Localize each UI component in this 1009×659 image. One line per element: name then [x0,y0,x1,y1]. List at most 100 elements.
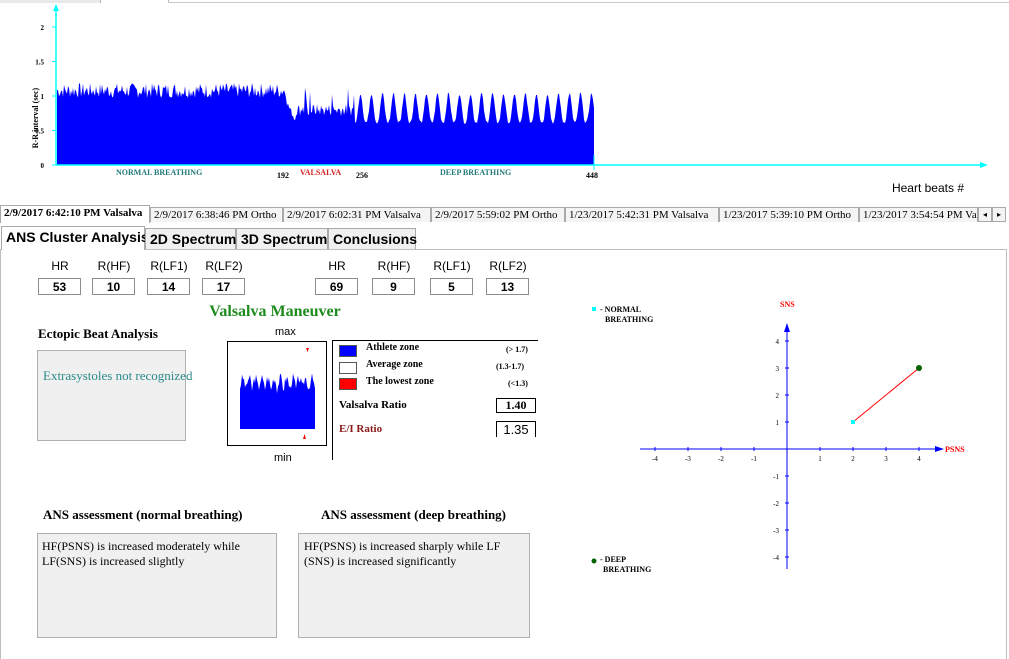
tab-ans-cluster-analysis[interactable]: ANS Cluster Analysis [1,226,149,250]
assessment-deep-text: HF(PSNS) is increased sharply while LF (… [304,539,501,568]
rr-y-tick-label: 0 [41,162,45,170]
average-zone-label: Average zone [366,359,423,370]
right-value-rlf2: 13 [486,278,529,295]
rr-x-axis-arrow-icon [980,162,988,168]
right-header-rlf1: R(LF1) [433,259,471,273]
left-header-rlf2: R(LF2) [205,259,243,273]
session-tab-6[interactable]: 1/23/2017 3:54:54 PM Va [859,207,978,222]
marker-256: 256 [356,171,368,180]
scatter-points [851,365,922,424]
right-header-hr: HR [328,259,346,273]
athlete-zone-swatch [339,345,357,357]
session-tabs: 2/9/2017 6:42:10 PM Valsalva 2/9/2017 6:… [0,205,1009,223]
ectopic-box [37,350,186,441]
scatter-y-tick-label: 2 [776,392,780,400]
tabs-next-icon[interactable]: ▸ [992,207,1006,222]
scatter-x-tick-label: 3 [884,455,888,463]
rr-y-tick-label: 1.5 [35,59,44,67]
athlete-zone-range: (> 1.7) [506,345,528,354]
left-value-rlf2: 17 [202,278,245,295]
ectopic-title: Ectopic Beat Analysis [38,326,158,341]
session-tab-3[interactable]: 2/9/2017 5:59:02 PM Ortho [431,207,565,222]
rr-y-tick-label: 1 [41,93,45,101]
scatter-y-tick-label: 1 [776,419,780,427]
lowest-zone-swatch [339,378,357,390]
legend-deep-marker [591,558,597,564]
segment-label-valsalva: VALSALVA [300,168,341,177]
rr-y-axis-label: R-R interval (sec) [31,87,40,148]
session-tab-2[interactable]: 2/9/2017 6:02:31 PM Valsalva [283,207,431,222]
psns-axis-label: PSNS [945,445,965,454]
scatter-x-tick-label: -3 [685,455,691,463]
assessment-normal-title: ANS assessment (normal breathing) [43,507,243,522]
ei-ratio-label: E/I Ratio [339,423,383,435]
marker-448: 448 [586,171,598,180]
rr-x-axis-label: Heart beats # [892,181,964,195]
assessment-deep-title: ANS assessment (deep breathing) [321,507,507,522]
ectopic-message: Extrasystoles not recognized [43,368,193,383]
average-zone-swatch [339,362,357,374]
left-header-rlf1: R(LF1) [150,259,188,273]
left-header-hr: HR [51,259,69,273]
athlete-zone-label: Athlete zone [366,342,420,353]
tabs-prev-icon[interactable]: ◂ [978,207,992,222]
ei-ratio-value: 1.35 [496,421,536,437]
right-value-hr: 69 [315,278,358,295]
rr-interval-chart: R-R interval (sec) 0 0.5 1 1.5 2 NORMAL BREA… [31,4,988,195]
scatter-x-tick-label: -2 [718,455,724,463]
scatter-y-tick-label: -3 [773,527,779,535]
shift-line [852,367,920,423]
valsalva-ratio-label: Valsalva Ratio [339,399,407,411]
sns-axis-arrow-icon [784,323,790,332]
segment-label-deep: DEEP BREATHING [440,168,511,177]
normal-breathing-point [851,420,855,424]
rr-y-tick-label: 2 [41,24,45,32]
rr-y-axis-arrow-icon [53,4,59,11]
scatter-x-tick-label: 2 [851,455,855,463]
session-tab-0[interactable]: 2/9/2017 6:42:10 PM Valsalva [0,205,150,223]
marker-192: 192 [277,171,289,180]
average-zone-range: (1.3-1.7) [496,362,524,371]
right-value-rlf1: 5 [430,278,473,295]
scatter-x-tick-label: -1 [751,455,757,463]
scatter-x-tick-label: -4 [652,455,658,463]
scatter-y-tick-label: -4 [773,554,779,562]
scatter-y-tick-label: -2 [773,500,779,508]
mini-rr-chart [227,341,327,446]
left-value-rlf1: 14 [147,278,190,295]
ans-scatter-chart: SNS PSNS -4 -3 -2 -1 1 2 3 4 4 3 2 1 -1 -2 -3 -4 - NOR… [591,300,965,574]
left-value-rhf: 10 [92,278,135,295]
session-tab-4[interactable]: 1/23/2017 5:42:31 PM Valsalva [565,207,719,222]
legend-deep-label: - DEEP BREATHING [600,555,651,574]
tab-3d-spectrum[interactable]: 3D Spectrum [236,228,328,249]
scatter-y-tick-label: 4 [776,338,780,346]
right-value-rhf: 9 [372,278,415,295]
scatter-y-tick-label: -1 [773,473,779,481]
deep-breathing-point [916,365,922,371]
session-tab-1[interactable]: 2/9/2017 6:38:46 PM Ortho [150,207,283,222]
legend-normal-marker [592,307,596,311]
lowest-zone-label: The lowest zone [366,376,434,387]
sns-axis-label: SNS [780,300,795,309]
right-header-rhf: R(HF) [377,259,411,273]
legend-normal-label: - NORMAL BREATHING [600,305,653,324]
tab-conclusions[interactable]: Conclusions [328,228,417,249]
session-tab-5[interactable]: 1/23/2017 5:39:10 PM Ortho [719,207,859,222]
mini-min-label: min [274,452,292,464]
left-value-hr: 53 [38,278,81,295]
scatter-y-tick-label: 3 [776,365,780,373]
rr-bars [57,83,594,165]
lowest-zone-range: (<1.3) [508,379,528,388]
scatter-x-tick-label: 1 [818,455,822,463]
segment-label-normal: NORMAL BREATHING [116,168,202,177]
mini-max-label: max [275,326,296,338]
scatter-x-tick-label: 4 [917,455,921,463]
tab-2d-spectrum[interactable]: 2D Spectrum [145,228,236,249]
right-header-rlf2: R(LF2) [489,259,527,273]
maneuver-title: Valsalva Maneuver [209,303,341,320]
rr-y-tick-label: 0.5 [35,128,44,136]
assessment-normal-text: HF(PSNS) is increased moderately while L… [42,539,240,568]
left-header-rhf: R(HF) [97,259,131,273]
psns-axis-arrow-icon [935,446,944,452]
valsalva-ratio-value: 1.40 [496,398,536,413]
